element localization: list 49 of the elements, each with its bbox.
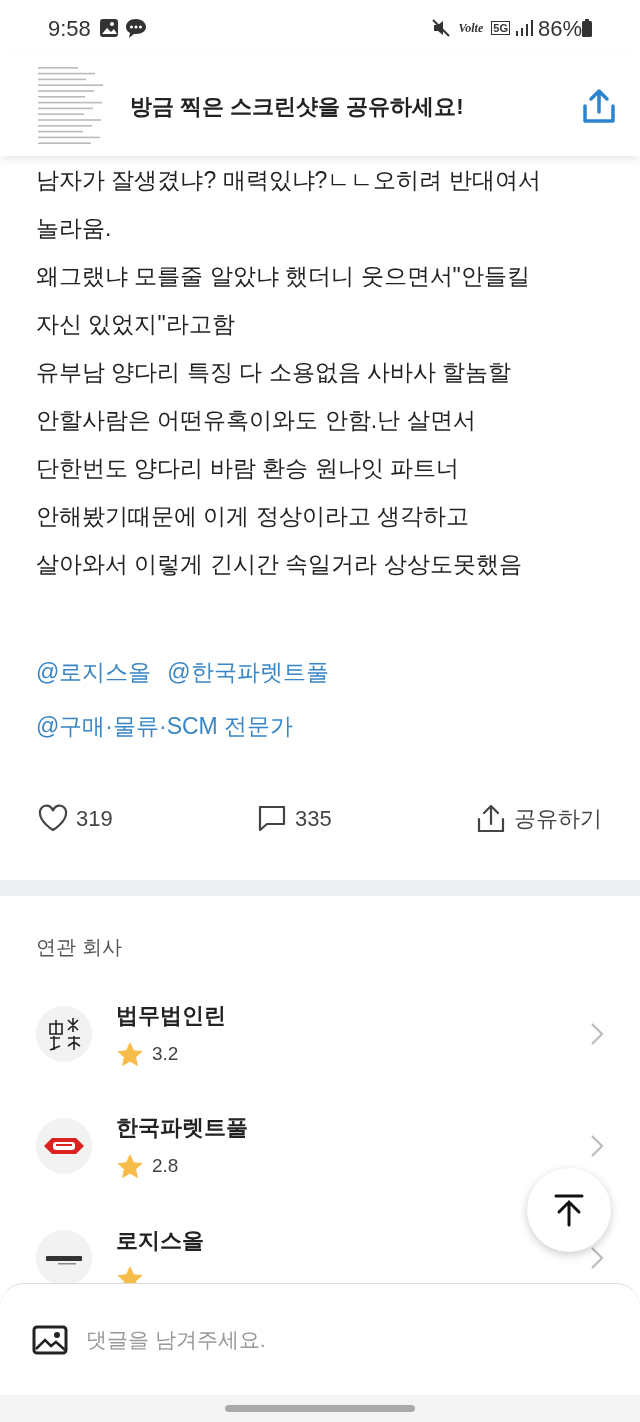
star-icon bbox=[116, 1153, 144, 1180]
volte-text: Volte bbox=[458, 20, 484, 37]
mention-link[interactable]: @한국파렛트풀 bbox=[167, 645, 329, 699]
chat-icon bbox=[124, 17, 147, 39]
battery-text: 86% bbox=[537, 14, 582, 43]
post-text-line: 안해봤기때문에 이게 정상이라고 생각하고 bbox=[36, 502, 471, 531]
chevron-right-icon[interactable] bbox=[590, 1246, 604, 1270]
share-icon bbox=[582, 88, 616, 124]
post-text-line: 안할사람은 어떤유혹이와도 안함.난 살면서 bbox=[36, 406, 477, 435]
company-name[interactable]: 로지스올 bbox=[116, 1224, 204, 1257]
post-text-line: 자신 있었지"라고함 bbox=[36, 310, 236, 339]
clock-text: 9:58 bbox=[48, 14, 91, 43]
comment-icon bbox=[257, 804, 287, 832]
company-logo-icon bbox=[36, 1230, 92, 1286]
post-text-line: 왜그랬냐 모를줄 알았냐 했더니 웃으면서"안들킬 bbox=[36, 262, 531, 291]
comment-input[interactable]: 댓글을 남겨주세요. bbox=[84, 1322, 608, 1357]
mute-icon bbox=[430, 18, 451, 38]
heart-icon bbox=[38, 804, 68, 832]
post-text-line: 단한번도 양다리 바람 환승 원나잇 파트너 bbox=[36, 454, 460, 483]
scroll-top-button[interactable] bbox=[527, 1168, 611, 1252]
mention-link[interactable]: @로지스올 bbox=[36, 645, 152, 699]
chevron-right-icon[interactable] bbox=[590, 1022, 604, 1046]
signal-icon bbox=[515, 20, 534, 36]
post-text-line: 유부남 양다리 특징 다 소용없음 사바사 할놈할 bbox=[36, 358, 513, 387]
share-button[interactable] bbox=[582, 88, 616, 124]
banner-title: 방금 찍은 스크린샷을 공유하세요! bbox=[130, 92, 464, 121]
company-name[interactable]: 법무법인린 bbox=[116, 999, 226, 1033]
section-title: 연관 회사 bbox=[35, 935, 123, 960]
star-icon bbox=[116, 1041, 144, 1068]
home-indicator[interactable] bbox=[225, 1405, 415, 1412]
company-name[interactable]: 한국파렛트풀 bbox=[116, 1111, 248, 1145]
action-button[interactable]: 335 bbox=[257, 801, 332, 835]
action-button[interactable]: 319 bbox=[38, 801, 113, 835]
rating-text: 3.2 bbox=[152, 1042, 179, 1067]
rating-text: 2.8 bbox=[152, 1154, 179, 1179]
action-button[interactable]: 공유하기 bbox=[476, 801, 602, 835]
share-icon bbox=[476, 804, 506, 832]
image-attach-icon[interactable] bbox=[32, 1324, 68, 1355]
gallery-icon bbox=[98, 18, 119, 38]
company-logo-icon bbox=[36, 1118, 92, 1174]
network-text: 5G bbox=[491, 21, 510, 35]
mention-link[interactable]: @구매·물류·SCM 전문가 bbox=[36, 699, 294, 753]
arrow-up-icon bbox=[554, 1193, 584, 1227]
post-text-line: 놀라움. bbox=[36, 214, 113, 243]
battery-icon bbox=[582, 19, 592, 37]
company-logo-icon bbox=[36, 1006, 92, 1062]
post-text-line: 살아와서 이렇게 긴시간 속일거라 상상도못했음 bbox=[36, 550, 523, 579]
post-text-line: 남자가 잘생겼냐? 매력있냐?ㄴㄴ오히려 반대여서 bbox=[36, 166, 542, 195]
chevron-right-icon[interactable] bbox=[590, 1134, 604, 1158]
